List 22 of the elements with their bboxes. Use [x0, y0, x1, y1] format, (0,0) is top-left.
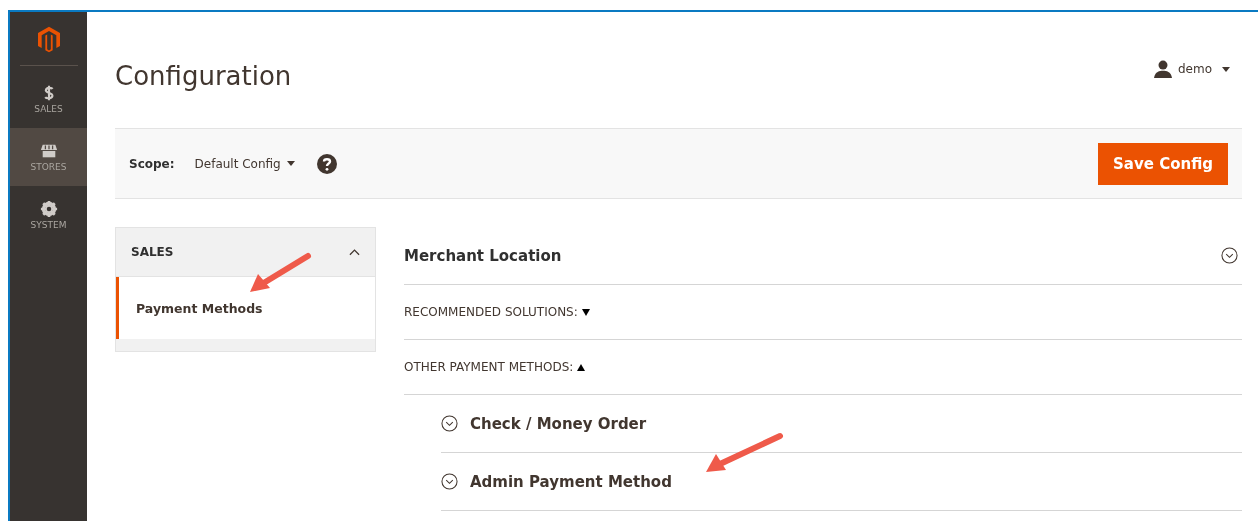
- payment-methods-tab[interactable]: Payment Methods: [116, 277, 375, 339]
- save-config-button[interactable]: Save Config: [1098, 142, 1228, 185]
- group-toggle[interactable]: RECOMMENDED SOLUTIONS:: [404, 285, 1242, 340]
- payment-method-row[interactable]: Check / Money Order: [441, 395, 1242, 453]
- store-icon: [39, 142, 58, 160]
- nav-item[interactable]: SYSTEM: [10, 186, 87, 244]
- payment-method-title: Check / Money Order: [470, 414, 647, 433]
- payment-method-title: Admin Payment Method: [470, 472, 672, 491]
- nav-item[interactable]: SALES: [10, 70, 87, 128]
- nav-item[interactable]: STORES: [10, 128, 87, 186]
- group-toggle[interactable]: OTHER PAYMENT METHODS:: [404, 340, 1242, 395]
- user-icon: [1153, 60, 1172, 78]
- section-title: Merchant Location: [404, 246, 562, 265]
- logo-icon[interactable]: [37, 26, 60, 53]
- scope-dropdown[interactable]: Default Config: [194, 156, 295, 171]
- tab-group-title: SALES: [131, 245, 174, 259]
- user-menu[interactable]: demo: [1153, 60, 1230, 78]
- page-title: Configuration: [115, 61, 292, 91]
- help-icon[interactable]: [316, 153, 337, 174]
- scope-label: Scope:: [129, 156, 175, 171]
- gear-icon: [39, 200, 58, 218]
- section-header[interactable]: Merchant Location: [404, 227, 1242, 285]
